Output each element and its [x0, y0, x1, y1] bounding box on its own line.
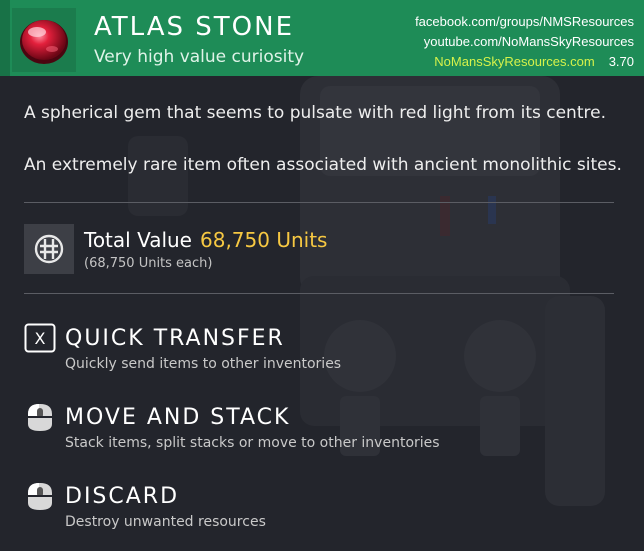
item-name: ATLAS STONE	[94, 12, 295, 42]
item-icon-frame	[12, 8, 76, 72]
divider	[24, 202, 614, 203]
unit-value: (68,750 Units each)	[84, 256, 213, 271]
units-currency-icon	[24, 224, 74, 274]
item-details-panel: A spherical gem that seems to pulsate wi…	[0, 76, 644, 551]
item-description: A spherical gem that seems to pulsate wi…	[24, 103, 606, 123]
version-number: 3.70	[608, 54, 634, 69]
source-credits: facebook.com/groups/NMSResources youtube…	[415, 12, 634, 72]
total-value: Total Value 68,750 Units	[84, 228, 327, 252]
x-key-icon: X	[24, 323, 56, 353]
discard-description: Destroy unwanted resources	[65, 514, 266, 530]
website-link[interactable]: NoMansSkyResources.com	[434, 54, 594, 69]
youtube-link[interactable]: youtube.com/NoMansSkyResources	[415, 32, 634, 52]
header-accent-stripe	[0, 0, 10, 76]
divider	[24, 293, 614, 294]
item-header: ATLAS STONE Very high value curiosity fa…	[0, 0, 644, 76]
total-value-label: Total Value	[84, 228, 192, 252]
mouse-left-click-icon	[24, 402, 56, 432]
total-value-amount: 68,750 Units	[200, 228, 328, 252]
quick-transfer-action[interactable]: QUICK TRANSFER	[65, 326, 285, 351]
item-rarity-note: An extremely rare item often associated …	[24, 155, 622, 175]
discard-action[interactable]: DISCARD	[65, 484, 179, 509]
red-gem-icon	[20, 20, 68, 64]
svg-text:X: X	[35, 329, 46, 348]
move-and-stack-action[interactable]: MOVE AND STACK	[65, 405, 290, 430]
move-and-stack-description: Stack items, split stacks or move to oth…	[65, 435, 440, 451]
item-category: Very high value curiosity	[94, 47, 305, 67]
mouse-left-hold-icon	[24, 481, 56, 511]
quick-transfer-description: Quickly send items to other inventories	[65, 356, 342, 372]
facebook-link[interactable]: facebook.com/groups/NMSResources	[415, 12, 634, 32]
